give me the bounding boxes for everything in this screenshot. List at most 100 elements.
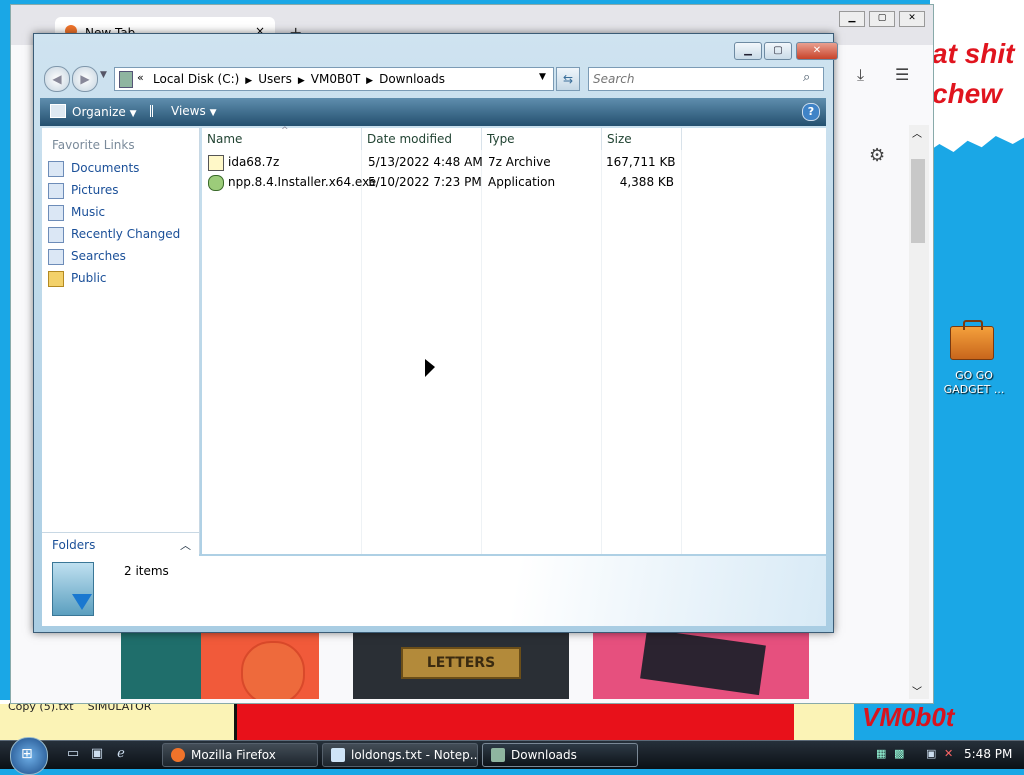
wallpaper-red-band: [234, 704, 800, 740]
views-button[interactable]: Views ▼: [150, 104, 216, 118]
file-row[interactable]: npp.8.4.Installer.x64.exe 5/10/2022 7:23…: [202, 172, 762, 192]
firefox-close-button[interactable]: ✕: [899, 11, 925, 27]
recent-pages-chevron-down-icon[interactable]: ▼: [100, 70, 107, 80]
favorite-link-label: Pictures: [71, 183, 119, 197]
favorite-link-searches[interactable]: Searches: [48, 246, 196, 266]
tile-image: [241, 641, 305, 699]
switch-windows-icon[interactable]: ▣: [88, 746, 106, 762]
column-header-type[interactable]: Type: [482, 128, 602, 150]
story-tile[interactable]: [121, 633, 319, 699]
views-label: Views: [171, 104, 206, 118]
tile-image-text: LETTERS: [401, 647, 521, 679]
documents-icon: [48, 161, 64, 177]
organize-button[interactable]: Organize ▼: [50, 104, 137, 119]
favorite-link-music[interactable]: Music: [48, 202, 196, 222]
firefox-scrollbar[interactable]: ︿ ﹀: [909, 125, 929, 699]
scroll-down-icon[interactable]: ﹀: [912, 683, 922, 698]
search-icon[interactable]: ⌕: [803, 70, 810, 85]
volume-muted-icon[interactable]: ✕: [944, 747, 958, 761]
column-header-size[interactable]: Size: [602, 128, 682, 150]
breadcrumb-overflow-icon[interactable]: «: [137, 71, 144, 84]
firefox-minimize-button[interactable]: ▁: [839, 11, 865, 27]
file-list: Name ^ Date modified Type Size ida68.7z 5…: [202, 126, 826, 554]
navigation-pane: Favorite Links Documents Pictures Music …: [42, 128, 200, 554]
folders-label: Folders: [52, 538, 96, 552]
internet-explorer-icon[interactable]: ℯ: [112, 746, 130, 762]
close-button[interactable]: ✕: [796, 42, 838, 60]
explorer-window: ▁ ▢ ✕ ◀ ▶ ▼ « Local Disk (C:) ▶ Users ▶ VM0B…: [33, 33, 838, 633]
network-icon[interactable]: ▣: [926, 747, 940, 761]
taskbar-item-downloads[interactable]: Downloads: [482, 743, 638, 767]
start-button[interactable]: ⊞: [10, 737, 48, 775]
music-icon: [48, 205, 64, 221]
folders-toggle[interactable]: Folders ︿: [42, 532, 199, 557]
tray-app-icon[interactable]: ▦: [876, 747, 890, 761]
story-tile[interactable]: [593, 628, 809, 699]
details-pane: 2 items: [42, 556, 826, 626]
briefcase-icon[interactable]: [948, 316, 994, 362]
column-header-label: Date modified: [367, 132, 453, 146]
windows-logo-icon: ⊞: [21, 746, 33, 762]
file-size: 4,388 KB: [619, 175, 674, 189]
refresh-button[interactable]: ⇆: [556, 67, 580, 91]
tray-network-icon[interactable]: ▩: [894, 747, 908, 761]
column-header-label: Size: [607, 132, 632, 146]
folder-icon: [119, 71, 133, 88]
scrollbar-thumb[interactable]: [911, 159, 925, 243]
file-date: 5/10/2022 7:23 PM: [368, 175, 482, 189]
breadcrumb-arrow-icon[interactable]: ▶: [298, 76, 305, 86]
breadcrumb-local-disk[interactable]: Local Disk (C:): [153, 72, 239, 86]
forward-button[interactable]: ▶: [72, 66, 98, 92]
favorite-link-documents[interactable]: Documents: [48, 158, 196, 178]
installer-file-icon: [208, 175, 224, 191]
minimize-button[interactable]: ▁: [734, 42, 762, 60]
taskbar-item-notepad[interactable]: loldongs.txt - Notep...: [322, 743, 478, 767]
breadcrumb: Local Disk (C:) ▶ Users ▶ VM0B0T ▶ Downloads: [153, 72, 445, 86]
address-bar[interactable]: « Local Disk (C:) ▶ Users ▶ VM0B0T ▶ Downloads…: [114, 67, 554, 91]
breadcrumb-vm0b0t[interactable]: VM0B0T: [311, 72, 360, 86]
gear-icon[interactable]: ⚙: [869, 145, 885, 166]
show-desktop-icon[interactable]: ▭: [64, 746, 82, 762]
file-name: npp.8.4.Installer.x64.exe: [228, 175, 377, 189]
favorite-link-public[interactable]: Public: [48, 268, 196, 288]
desktop-icon-label[interactable]: GO GO GADGET ...: [940, 369, 1008, 397]
clock[interactable]: 5:48 PM: [964, 747, 1012, 761]
taskbar: ⊞ ▭ ▣ ℯ Mozilla Firefox loldongs.txt - N…: [0, 737, 1024, 775]
download-arrow-icon: [72, 594, 92, 610]
archive-file-icon: [208, 155, 224, 171]
taskbar-item-label: loldongs.txt - Notep...: [351, 748, 478, 762]
firefox-maximize-button[interactable]: ▢: [869, 11, 895, 27]
menu-icon[interactable]: ☰: [895, 65, 909, 84]
scroll-up-icon[interactable]: ︿: [912, 125, 922, 140]
column-header-date[interactable]: Date modified: [362, 128, 482, 150]
search-input[interactable]: [591, 70, 795, 88]
story-tile[interactable]: LETTERS: [353, 633, 569, 699]
favorite-link-pictures[interactable]: Pictures: [48, 180, 196, 200]
item-count: 2 items: [124, 564, 169, 578]
organize-icon: [50, 104, 66, 118]
favorite-link-recently-changed[interactable]: Recently Changed: [48, 224, 196, 244]
taskbar-item-label: Downloads: [511, 748, 577, 762]
breadcrumb-downloads[interactable]: Downloads: [379, 72, 445, 86]
chevron-down-icon: ▼: [209, 108, 217, 118]
column-divider: [361, 150, 362, 554]
back-button[interactable]: ◀: [44, 66, 70, 92]
column-header-name[interactable]: Name ^: [202, 126, 362, 150]
wallpaper-signature: VM0b0t: [862, 702, 955, 732]
breadcrumb-arrow-icon[interactable]: ▶: [245, 76, 252, 86]
tile-image: [121, 633, 201, 699]
download-icon[interactable]: ⤓: [857, 65, 864, 85]
search-box[interactable]: ⌕: [588, 67, 824, 91]
file-type: Application: [488, 175, 556, 189]
file-type: 7z Archive: [488, 155, 551, 169]
help-icon[interactable]: ?: [802, 103, 820, 121]
maximize-button[interactable]: ▢: [764, 42, 792, 60]
firefox-icon: [171, 748, 185, 762]
address-dropdown-icon[interactable]: ▼: [539, 72, 546, 82]
breadcrumb-users[interactable]: Users: [258, 72, 292, 86]
file-row[interactable]: ida68.7z 5/13/2022 4:48 AM 7z Archive 16…: [202, 152, 762, 172]
taskbar-item-firefox[interactable]: Mozilla Firefox: [162, 743, 318, 767]
pictures-icon: [48, 183, 64, 199]
favorite-link-label: Recently Changed: [71, 227, 181, 241]
breadcrumb-arrow-icon[interactable]: ▶: [366, 76, 373, 86]
